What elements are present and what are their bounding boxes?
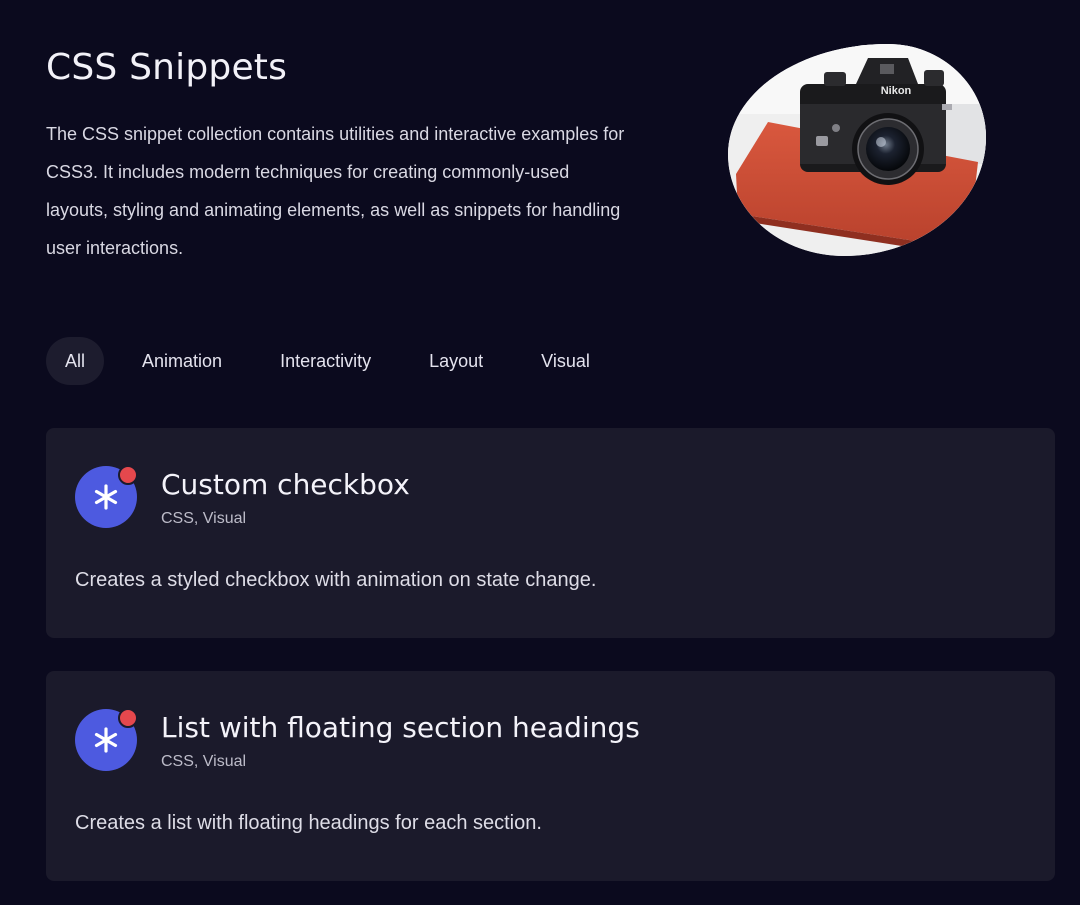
page: CSS Snippets The CSS snippet collection …: [0, 0, 1080, 905]
category-filter-bar: All Animation Interactivity Layout Visua…: [46, 337, 619, 385]
card-tags: CSS, Visual: [161, 753, 247, 770]
card-title[interactable]: List with floating section headings: [161, 709, 640, 747]
asterisk-icon: [75, 708, 138, 771]
asterisk-icon: [75, 465, 138, 528]
notification-dot-icon: [118, 465, 138, 485]
card-description: Creates a list with floating headings fo…: [75, 812, 542, 834]
filter-tab-interactivity[interactable]: Interactivity: [251, 337, 400, 385]
filter-tab-layout[interactable]: Layout: [400, 337, 512, 385]
snippet-card[interactable]: List with floating section headings CSS,…: [46, 671, 1055, 881]
camera-brand-text: Nikon: [881, 85, 912, 97]
filter-tab-all[interactable]: All: [46, 337, 105, 385]
notification-dot-icon: [118, 708, 138, 728]
card-description: Creates a styled checkbox with animation…: [75, 569, 597, 591]
filter-tab-animation[interactable]: Animation: [113, 337, 251, 385]
snippet-card[interactable]: Custom checkbox CSS, Visual Creates a st…: [46, 428, 1055, 638]
filter-tab-visual[interactable]: Visual: [512, 337, 619, 385]
page-description: The CSS snippet collection contains util…: [46, 124, 625, 258]
hero-camera-image: Nikon: [728, 44, 986, 256]
page-title: CSS Snippets: [46, 47, 288, 88]
card-title[interactable]: Custom checkbox: [161, 466, 410, 504]
card-tags: CSS, Visual: [161, 510, 247, 527]
